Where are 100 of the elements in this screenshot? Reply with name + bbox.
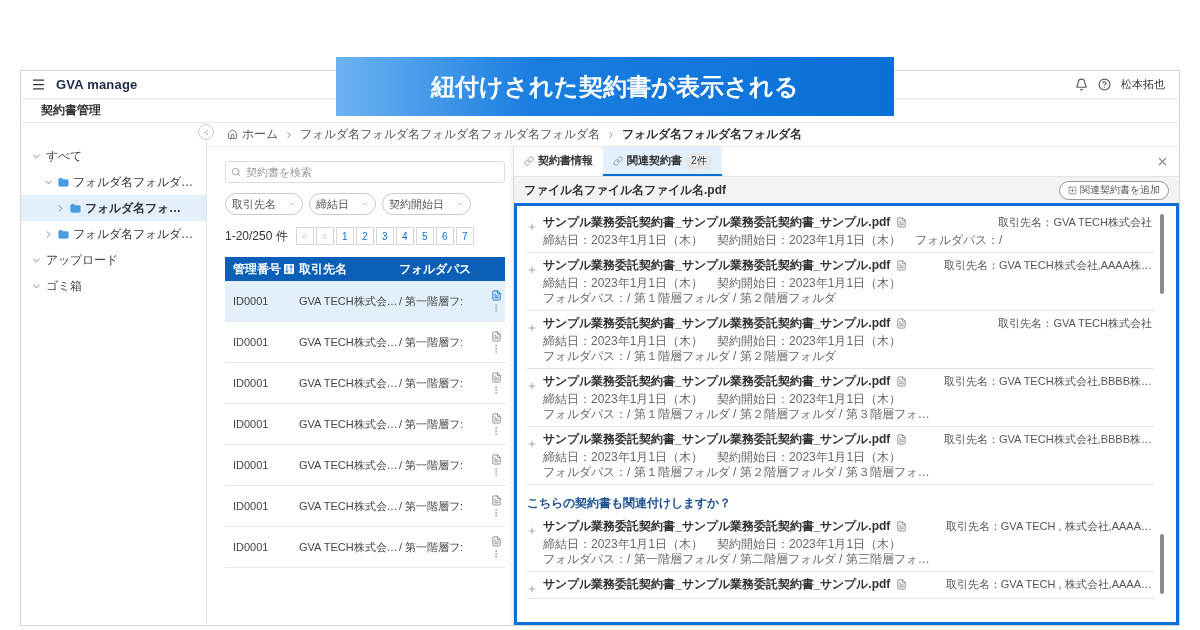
table-cell-text: / 第一階層フ: [399,539,465,555]
table-cell: GVA TECH株式会… [299,375,399,391]
plus-icon[interactable] [527,265,537,275]
document-icon [896,579,908,590]
bell-icon[interactable] [1075,78,1088,91]
chevron-right-icon [606,129,616,140]
document-icon[interactable] [490,289,502,301]
plus-icon[interactable] [527,323,537,333]
table-cell-text: ID0001 [233,459,270,471]
tree-item[interactable]: フォルダ名フォ… [21,195,206,221]
related-contract-item[interactable]: サンプル業務委託契約書_サンプル業務委託契約書_サンプル.pdf 取引先名：GVA TECH株式会社,BBBB株… 締結日：2023年1月1日（木） 契約開始日：2023年1月1日（木） フォルダパス：/ 第１階層フォルダ / 第２階層フォルダ / 第３階層フォ… [527,427,1154,485]
meta-text: フォルダパス：/ 第１階層フォルダ / 第２階層フォルダ / 第３階層フォ… [543,407,930,422]
table-cell: GVA TECH株式会… [299,293,399,309]
related-contract-item[interactable]: サンプル業務委託契約書_サンプル業務委託契約書_サンプル.pdf 取引先名：GVA TECH株式会社 締結日：2023年1月1日（木） 契約開始日：2023年1月1日（木） フォルダパス：/ 第１階層フォルダ / 第２階層フォルダ [527,311,1154,369]
column-header[interactable]: 取引先名 [299,260,347,278]
page-button[interactable]: 5 [415,227,434,245]
document-icon[interactable] [490,330,502,342]
meta-text: 締結日：2023年1月1日（木） [543,392,704,407]
filter-dropdown[interactable]: 締結日 [309,193,376,215]
page-button[interactable]: 7 [455,227,474,245]
meta-text: 契約開始日：2023年1月1日（木） [717,334,902,349]
tree-item[interactable]: フォルダ名フォルダ… [21,221,206,247]
add-related-button[interactable]: 関連契約書を追加 [1059,180,1169,200]
table-row[interactable]: ID0001 GVA TECH株式会…/ 第一階層フ: [225,281,505,322]
table-cell-text: ID0001 [233,295,270,307]
meta-text: 契約開始日：2023年1月1日（木） [717,392,902,407]
collapse-button[interactable] [198,124,214,140]
file-name: ファイル名ファイル名ファイル名.pdf [524,181,726,199]
contract-title: サンプル業務委託契約書_サンプル業務委託契約書_サンプル.pdf [543,518,891,535]
tree-item[interactable]: フォルダ名フォルダ… [21,169,206,195]
table-cell-text: / 第一階層フ: [399,498,465,514]
table-cell: GVA TECH株式会… [299,539,399,555]
home-icon [227,129,238,140]
table-cell: GVA TECH株式会… [299,457,399,473]
breadcrumb-link[interactable]: ホーム [227,126,278,143]
page-button[interactable]: 2 [355,227,374,245]
document-icon[interactable] [490,453,502,465]
chevron-down-icon [456,200,464,208]
tree-item[interactable]: アップロード [21,247,206,273]
document-icon[interactable] [490,412,502,424]
search-icon [231,167,241,177]
menu-icon[interactable] [31,77,46,92]
plus-icon[interactable] [527,526,537,536]
tab[interactable]: 関連契約書 2件 [603,147,722,176]
breadcrumb-link[interactable]: フォルダ名フォルダ名フォルダ名フォルダ名フォルダ名 [300,126,600,143]
breadcrumb-link[interactable]: フォルダ名フォルダ名フォルダ名 [622,126,802,143]
plus-icon[interactable] [527,381,537,391]
document-icon[interactable] [490,535,502,547]
page-button[interactable]: 3 [375,227,394,245]
tree-item[interactable]: ゴミ箱 [21,273,206,299]
close-icon [1156,155,1169,168]
meta-text: 締結日：2023年1月1日（木） [543,276,704,291]
filter-dropdown[interactable]: 契約開始日 [382,193,471,215]
chevron-down-icon [361,200,369,208]
meta-text: 契約開始日：2023年1月1日（木） [717,233,902,248]
link-icon [613,155,623,166]
add-icon [1068,185,1077,195]
page-button[interactable]: 6 [435,227,454,245]
party-text: 取引先名：GVA TECH株式会社,AAAA株… [944,258,1152,273]
table-cell-text: ID0001 [233,336,270,348]
help-icon[interactable] [1098,78,1111,91]
sort-icon[interactable] [284,264,294,274]
related-contract-item[interactable]: サンプル業務委託契約書_サンプル業務委託契約書_サンプル.pdf 取引先名：GVA TECH株式会社,BBBB株… 締結日：2023年1月1日（木） 契約開始日：2023年1月1日（木） フォルダパス：/ 第１階層フォルダ / 第２階層フォルダ / 第３階層フォ… [527,369,1154,427]
column-header[interactable]: フォルダパス [399,260,471,278]
plus-icon[interactable] [527,439,537,449]
column-header[interactable]: 管理番号 [233,260,281,278]
meta-text: フォルダパス：/ 第一階層フォルダ / 第二階層フォルダ / 第三階層フォ… [543,552,930,567]
document-icon[interactable] [490,371,502,383]
plus-icon[interactable] [527,222,537,232]
logo: GVA manage [56,77,138,92]
user-name[interactable]: 松本拓也 [1121,77,1165,92]
filter-dropdown[interactable]: 取引先名 [225,193,303,215]
first-page-icon [300,231,310,241]
contract-title: サンプル業務委託契約書_サンプル業務委託契約書_サンプル.pdf [543,257,891,274]
contract-title: サンプル業務委託契約書_サンプル業務委託契約書_サンプル.pdf [543,373,891,390]
tree-item[interactable]: すべて [21,143,206,169]
related-contract-item[interactable]: サンプル業務委託契約書_サンプル業務委託契約書_サンプル.pdf 取引先名：GVA TECH株式会社 締結日：2023年1月1日（木） 契約開始日：2023年1月1日（木） フォルダパス：/ [527,210,1154,253]
document-icon [896,521,908,532]
meta-text: 締結日：2023年1月1日（木） [543,450,704,465]
tab[interactable]: 契約書情報 [514,147,603,176]
page-button[interactable]: 1 [335,227,354,245]
party-text: 取引先名：GVA TECH株式会社 [998,215,1152,230]
page-button[interactable]: 4 [395,227,414,245]
document-icon[interactable] [490,494,502,506]
table-cell: GVA TECH株式会… [299,498,399,514]
document-icon [896,217,908,228]
table-cell: GVA TECH株式会… [299,334,399,350]
related-contract-item[interactable]: サンプル業務委託契約書_サンプル業務委託契約書_サンプル.pdf 取引先名：GVA TECH , 株式会社,AAAA… 締結日：2023年1月1日（木） 契約開始日：2023年1月1日（木） フォルダパス：/ 第一階層フォルダ / 第二階層フォルダ / 第三階層フォ… [527,514,1154,572]
table-cell-text: / 第一階層フ: [399,334,465,350]
document-icon [896,260,908,271]
table-cell-text: ID0001 [233,500,270,512]
plus-icon[interactable] [527,584,537,594]
prev-page-button[interactable] [315,227,334,245]
document-icon [896,318,908,329]
meta-text: フォルダパス：/ 第１階層フォルダ / 第２階層フォルダ [543,291,836,306]
first-page-button[interactable] [295,227,314,245]
related-contract-item[interactable]: サンプル業務委託契約書_サンプル業務委託契約書_サンプル.pdf 取引先名：GVA TECH , 株式会社,AAAA… [527,572,1154,599]
search-field[interactable]: 契約書を検索 [225,161,505,183]
folder-icon [58,228,69,240]
related-contract-item[interactable]: サンプル業務委託契約書_サンプル業務委託契約書_サンプル.pdf 取引先名：GVA TECH株式会社,AAAA株… 締結日：2023年1月1日（木） 契約開始日：2023年1月1日（木） フォルダパス：/ 第１階層フォルダ / 第２階層フォルダ [527,253,1154,311]
